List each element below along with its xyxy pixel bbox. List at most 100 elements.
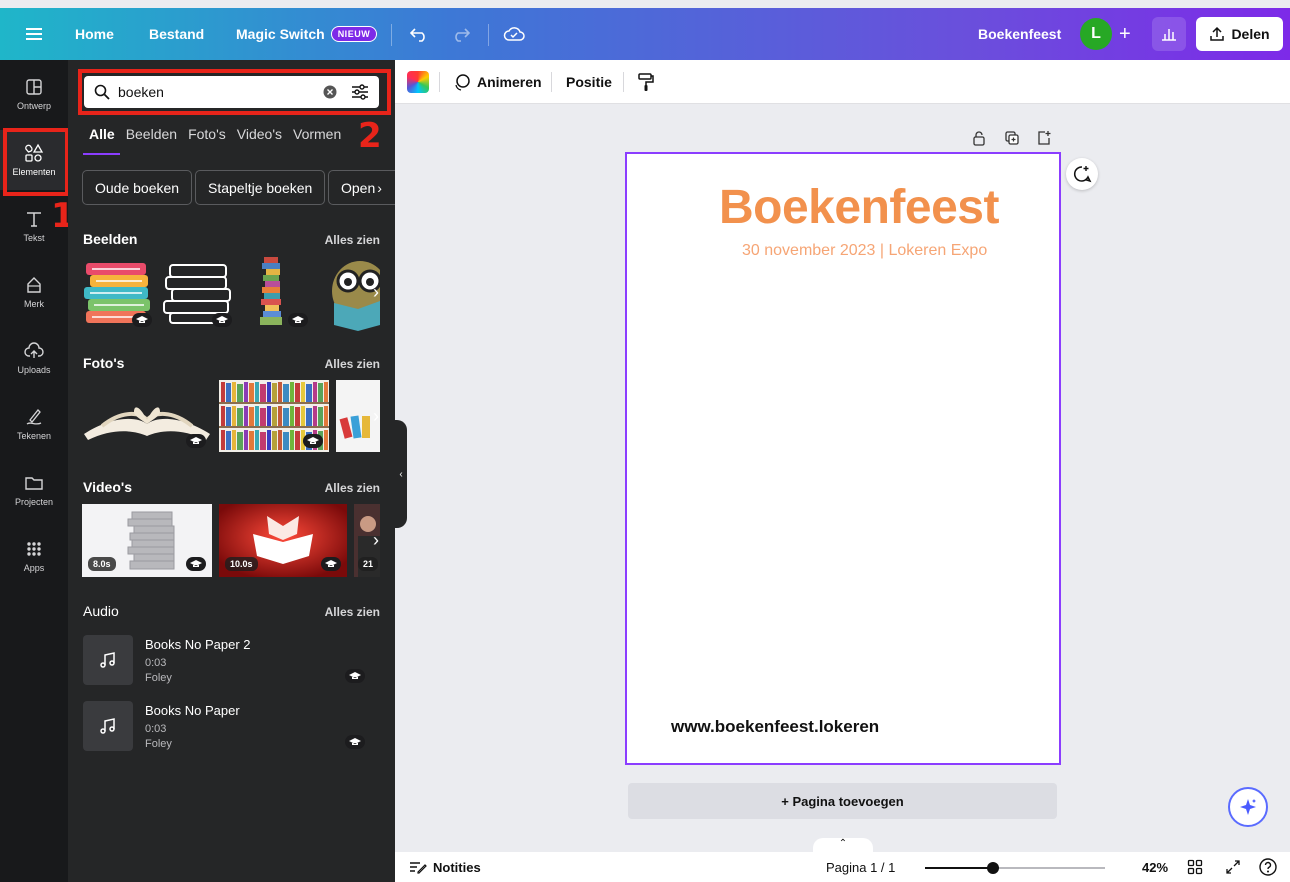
design-title[interactable]: Boekenfeest — [978, 8, 1061, 60]
section-title-audio: Audio — [83, 603, 119, 619]
rail-item-label: Projecten — [14, 497, 54, 507]
suggestion-chip[interactable]: Oude boeken — [82, 170, 193, 205]
divider — [439, 72, 440, 92]
home-link[interactable]: Home — [75, 8, 114, 60]
bar-chart-icon — [1162, 29, 1176, 41]
section-title-photos: Foto's — [83, 355, 125, 371]
position-button[interactable]: Positie — [566, 60, 612, 104]
video-thumbnail[interactable]: 10.0s — [219, 504, 347, 577]
photo-bookshelf[interactable] — [219, 380, 329, 452]
help-button[interactable] — [1259, 852, 1277, 882]
chevron-right-icon[interactable]: › — [366, 406, 386, 426]
see-all-audio[interactable]: Alles zien — [325, 605, 380, 619]
audio-thumb — [83, 701, 133, 751]
graphic-stacked-books-color[interactable] — [82, 255, 158, 331]
premium-badge — [288, 313, 308, 327]
graphic-stacked-books-outline[interactable] — [162, 255, 238, 331]
cloud-check-icon — [503, 27, 525, 41]
rail-item-label: Tekst — [23, 233, 45, 243]
audio-item[interactable]: Books No Paper 0:03 Foley — [83, 701, 383, 753]
zoom-level[interactable]: 42% — [1142, 852, 1168, 882]
see-all-videos[interactable]: Alles zien — [325, 481, 380, 495]
notes-button[interactable]: Notities — [409, 852, 481, 882]
color-picker-button[interactable] — [407, 60, 429, 104]
lock-icon[interactable] — [971, 130, 987, 146]
tab-videos[interactable]: Video's — [237, 126, 282, 142]
rail-item-brand[interactable]: Merk — [0, 262, 68, 322]
magic-switch-menu[interactable]: Magic Switch NIEUW — [236, 8, 378, 60]
add-collaborator-button[interactable]: + — [1119, 8, 1131, 60]
copy-style-button[interactable] — [637, 60, 655, 104]
menu-button[interactable] — [26, 8, 42, 60]
zoom-slider-handle[interactable] — [987, 862, 999, 874]
layout-icon — [26, 79, 42, 95]
page-title-text[interactable]: Boekenfeest — [719, 180, 999, 235]
premium-badge — [212, 313, 232, 327]
rail-item-draw[interactable]: Tekenen — [0, 394, 68, 454]
audio-item[interactable]: Books No Paper 2 0:03 Foley — [83, 635, 383, 687]
rail-item-uploads[interactable]: Uploads — [0, 328, 68, 388]
insights-button[interactable] — [1152, 17, 1186, 51]
page-indicator[interactable]: Pagina 1 / 1 — [826, 852, 895, 882]
save-status-button[interactable] — [503, 8, 525, 60]
zoom-slider[interactable] — [925, 862, 1105, 874]
graduation-cap-icon — [136, 316, 148, 323]
expand-icon — [1226, 860, 1240, 874]
rail-item-projects[interactable]: Projecten — [0, 460, 68, 520]
divider — [488, 24, 489, 46]
magic-switch-label: Magic Switch — [236, 26, 325, 42]
rail-item-apps[interactable]: Apps — [0, 526, 68, 586]
grid-view-button[interactable] — [1187, 852, 1203, 882]
redo-button[interactable] — [452, 8, 470, 60]
tab-all[interactable]: Alle — [89, 126, 115, 142]
annotation-number-2: 2 — [358, 116, 382, 156]
photo-open-book-heart[interactable] — [82, 380, 212, 452]
rail-item-design[interactable]: Ontwerp — [0, 64, 68, 124]
audio-artist: Foley — [145, 672, 172, 684]
draw-icon — [26, 409, 42, 425]
add-page-icon[interactable] — [1036, 130, 1052, 146]
video-duration: 8.0s — [88, 557, 116, 571]
fullscreen-button[interactable] — [1225, 852, 1241, 882]
collapse-panel-button[interactable]: ‹ — [395, 420, 407, 528]
text-icon — [27, 212, 41, 227]
status-footer: Notities Pagina 1 / 1 42% — [395, 852, 1290, 882]
animate-button[interactable]: Animeren — [453, 60, 542, 104]
add-page-button[interactable]: + Pagina toevoegen — [628, 783, 1057, 819]
tab-graphics[interactable]: Beelden — [126, 126, 177, 142]
apps-grid-icon — [27, 542, 41, 556]
rail-item-label: Tekenen — [16, 431, 52, 441]
suggestion-chip[interactable]: Open › — [328, 170, 395, 205]
chevron-right-icon[interactable]: › — [366, 282, 386, 302]
suggestion-chip[interactable]: Stapeltje boeken — [195, 170, 326, 205]
brand-icon — [27, 277, 41, 293]
animate-label: Animeren — [477, 74, 542, 90]
graduation-cap-icon — [190, 560, 202, 567]
tab-shapes[interactable]: Vormen — [293, 126, 341, 142]
see-all-graphics[interactable]: Alles zien — [325, 233, 380, 247]
page-subtitle-text[interactable]: 30 november 2023 | Lokeren Expo — [742, 242, 987, 260]
share-button[interactable]: Delen — [1196, 17, 1283, 51]
audio-duration: 0:03 — [145, 657, 167, 669]
add-comment-button[interactable] — [1066, 158, 1098, 190]
file-menu[interactable]: Bestand — [149, 8, 204, 60]
rail-item-label: Ontwerp — [16, 101, 51, 111]
design-page[interactable]: Boekenfeest 30 november 2023 | Lokeren E… — [625, 152, 1061, 765]
see-all-photos[interactable]: Alles zien — [325, 357, 380, 371]
avatar[interactable]: L — [1080, 18, 1112, 50]
undo-button[interactable] — [410, 8, 428, 60]
graphic-tall-book-stack[interactable] — [244, 255, 314, 331]
annotation-box-search — [78, 69, 391, 115]
tab-photos[interactable]: Foto's — [188, 126, 226, 142]
chevron-right-icon[interactable]: › — [377, 180, 382, 196]
divider — [623, 72, 624, 92]
audio-title: Books No Paper — [145, 703, 240, 718]
video-thumbnail[interactable]: 8.0s — [82, 504, 212, 577]
editor-toolbar: Animeren Positie — [395, 60, 1290, 104]
annotation-box-elements — [3, 128, 69, 196]
magic-assistant-button[interactable] — [1228, 787, 1268, 827]
page-url-text[interactable]: www.boekenfeest.lokeren — [671, 717, 879, 737]
duplicate-icon[interactable] — [1004, 130, 1020, 146]
premium-badge — [186, 557, 206, 571]
chevron-right-icon[interactable]: › — [366, 530, 386, 550]
